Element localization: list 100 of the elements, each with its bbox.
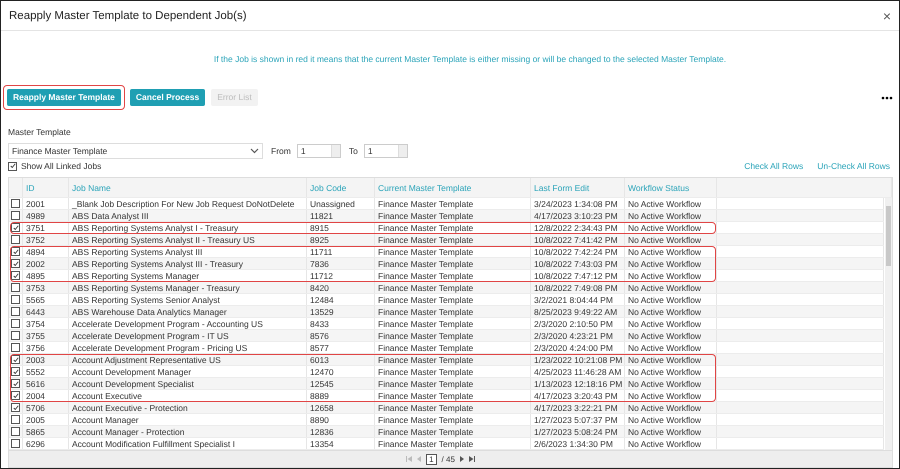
checkbox[interactable] (8, 162, 17, 170)
table-cell: Account Executive - Protection (69, 402, 307, 413)
row-checkbox[interactable] (11, 295, 20, 304)
table-cell: No Active Workflow (625, 414, 717, 425)
table-cell: 1/27/2023 5:08:24 PM (531, 426, 625, 437)
to-spinner[interactable]: 1 (364, 144, 408, 158)
action-button[interactable]: Cancel Process (130, 89, 206, 106)
row-checkbox[interactable] (11, 367, 20, 376)
column-header[interactable]: Job Code (307, 178, 375, 197)
table-cell: No Active Workflow (625, 318, 717, 329)
chevron-icon (250, 148, 259, 154)
table-cell: No Active Workflow (625, 330, 717, 341)
table-cell: No Active Workflow (625, 402, 717, 413)
page-field[interactable]: 1 (426, 454, 437, 464)
row-checkbox[interactable] (11, 271, 20, 280)
link[interactable]: Check All Rows (744, 161, 804, 171)
row-checkbox[interactable] (11, 379, 20, 388)
table-cell: ABS Reporting Systems Analyst II - Treasury US (69, 234, 307, 245)
row-checkbox[interactable] (11, 307, 20, 316)
column-header[interactable]: Last Form Edit (531, 178, 625, 197)
table-cell: 2002 (23, 258, 69, 269)
table-cell: No Active Workflow (625, 366, 717, 377)
window-title: Reapply Master Template to Dependent Job(s) (9, 10, 247, 22)
field-label: To (348, 146, 358, 156)
from-spinner[interactable]: 1 (296, 144, 341, 158)
page-count: / 45 (442, 454, 455, 464)
row-checkbox[interactable] (11, 415, 20, 424)
row-checkbox[interactable] (11, 391, 20, 400)
table-cell: No Active Workflow (625, 306, 717, 317)
row-checkbox[interactable] (11, 211, 20, 220)
table-cell: 5552 (23, 366, 69, 377)
scrollbar[interactable] (885, 198, 892, 450)
table-cell: No Active Workflow (625, 222, 717, 233)
table-cell: 4894 (23, 246, 69, 257)
table-cell: 5616 (23, 378, 69, 389)
column-header[interactable]: Job Name (69, 178, 307, 197)
table-cell: Account Manager (69, 414, 307, 425)
template-dropdown[interactable]: Finance Master Template (8, 143, 263, 159)
table-cell: ABS Reporting Systems Senior Analyst (69, 294, 307, 305)
table-cell: 8890 (307, 414, 375, 425)
table-cell: Finance Master Template (375, 198, 531, 209)
table-cell: No Active Workflow (625, 426, 717, 437)
table-cell: ABS Data Analyst III (69, 210, 307, 221)
table-cell: 5565 (23, 294, 69, 305)
link[interactable]: Un-Check All Rows (817, 161, 890, 171)
table-cell: 4895 (23, 270, 69, 281)
table-cell: 6013 (307, 354, 375, 365)
table-cell: 3/24/2023 1:34:08 PM (531, 198, 625, 209)
next-page-icon[interactable] (460, 456, 464, 462)
table-cell: No Active Workflow (625, 210, 717, 221)
row-checkbox[interactable] (11, 199, 20, 208)
table-cell: 5865 (23, 426, 69, 437)
last-page-icon[interactable] (468, 456, 475, 462)
table-cell: 8577 (307, 342, 375, 353)
column-header[interactable]: Workflow Status (625, 178, 717, 197)
row-checkbox[interactable] (11, 403, 20, 412)
row-checkbox[interactable] (11, 343, 20, 352)
table-cell: No Active Workflow (625, 294, 717, 305)
table-cell: Finance Master Template (375, 210, 531, 221)
table-cell: 8925 (307, 234, 375, 245)
table-cell: Finance Master Template (375, 246, 531, 257)
table-cell: No Active Workflow (625, 378, 717, 389)
more-icon[interactable] (881, 96, 893, 100)
table-cell: 2/3/2020 4:23:21 PM (531, 330, 625, 341)
table-cell: ABS Reporting Systems Manager - Treasury (69, 282, 307, 293)
row-checkbox[interactable] (11, 283, 20, 292)
row-checkbox[interactable] (11, 439, 20, 448)
table-cell: Finance Master Template (375, 282, 531, 293)
table-cell: 5706 (23, 402, 69, 413)
table-cell: 3751 (23, 222, 69, 233)
row-checkbox[interactable] (11, 235, 20, 244)
table-cell: 8576 (307, 330, 375, 341)
table-cell: 11821 (307, 210, 375, 221)
close-button[interactable]: × (880, 8, 893, 24)
table-cell: Accelerate Development Program - Accounting US (69, 318, 307, 329)
row-checkbox[interactable] (11, 247, 20, 256)
row-checkbox[interactable] (11, 259, 20, 268)
table-cell: 3754 (23, 318, 69, 329)
table-cell: 4/17/2023 3:10:23 PM (531, 210, 625, 221)
field-label: Master Template (8, 127, 72, 137)
row-checkbox[interactable] (11, 427, 20, 436)
table-cell: 2001 (23, 198, 69, 209)
table-cell: Finance Master Template (375, 366, 531, 377)
table-cell: 12545 (307, 378, 375, 389)
column-header[interactable]: ID (23, 178, 69, 197)
table-cell: Account Development Specialist (69, 378, 307, 389)
table-cell: 4/17/2023 3:20:43 PM (531, 390, 625, 401)
table-cell: 10/8/2022 7:42:24 PM (531, 246, 625, 257)
table-cell: 10/8/2022 7:41:42 PM (531, 234, 625, 245)
row-checkbox[interactable] (11, 331, 20, 340)
action-button[interactable]: Reapply Master Template (7, 89, 121, 106)
table-cell: No Active Workflow (625, 390, 717, 401)
table-cell: ABS Reporting Systems Analyst III (69, 246, 307, 257)
column-header[interactable]: Current Master Template (375, 178, 531, 197)
row-checkbox[interactable] (11, 223, 20, 232)
table-cell: 2004 (23, 390, 69, 401)
row-checkbox[interactable] (11, 319, 20, 328)
row-checkbox[interactable] (11, 355, 20, 364)
table-cell: 1/23/2022 10:21:08 PM (531, 354, 625, 365)
table-cell: 4989 (23, 210, 69, 221)
